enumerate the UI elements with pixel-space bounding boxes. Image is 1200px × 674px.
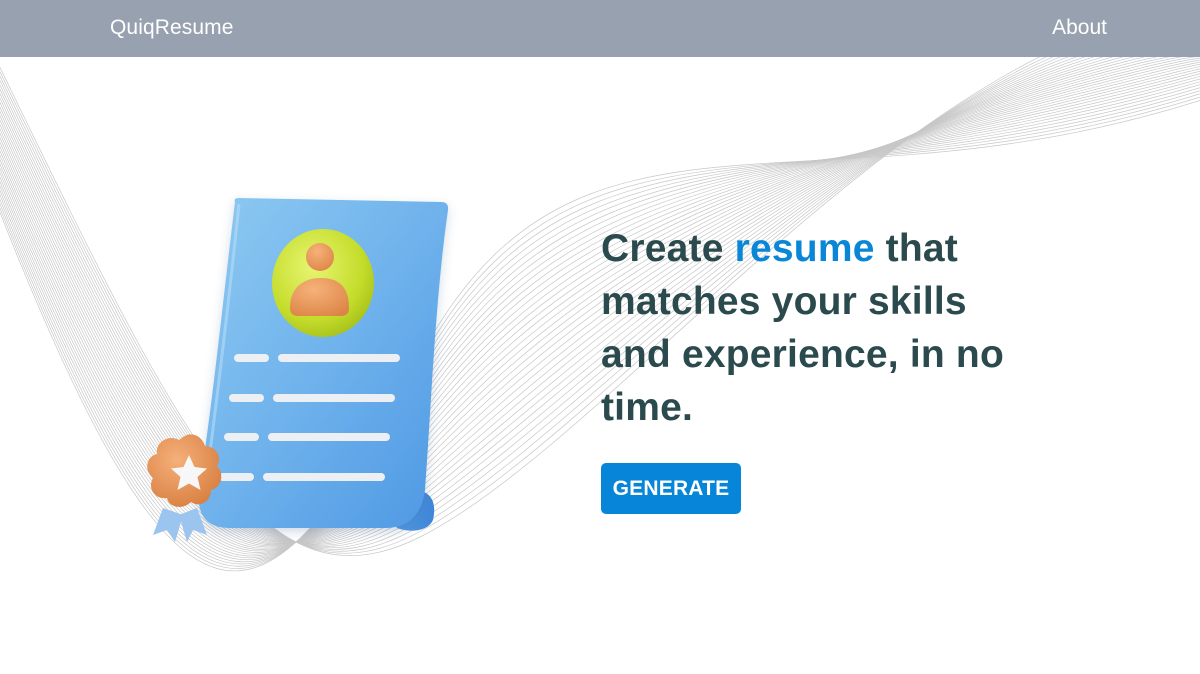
brand-logo-link[interactable]: QuiqResume (110, 16, 234, 40)
headline-accent-word: resume (734, 227, 875, 270)
headline-text-start: Create (601, 227, 735, 270)
landing-page: QuiqResume About Create resume that matc… (0, 0, 1200, 674)
resume-illustration (147, 198, 449, 542)
hero-headline: Create resume that matches your skills a… (601, 222, 1021, 434)
award-badge-icon (147, 434, 222, 542)
top-navbar: QuiqResume About (0, 0, 1200, 57)
nav-about-link[interactable]: About (1052, 16, 1107, 40)
user-avatar-icon (272, 229, 374, 337)
generate-button[interactable]: GENERATE (601, 463, 741, 514)
